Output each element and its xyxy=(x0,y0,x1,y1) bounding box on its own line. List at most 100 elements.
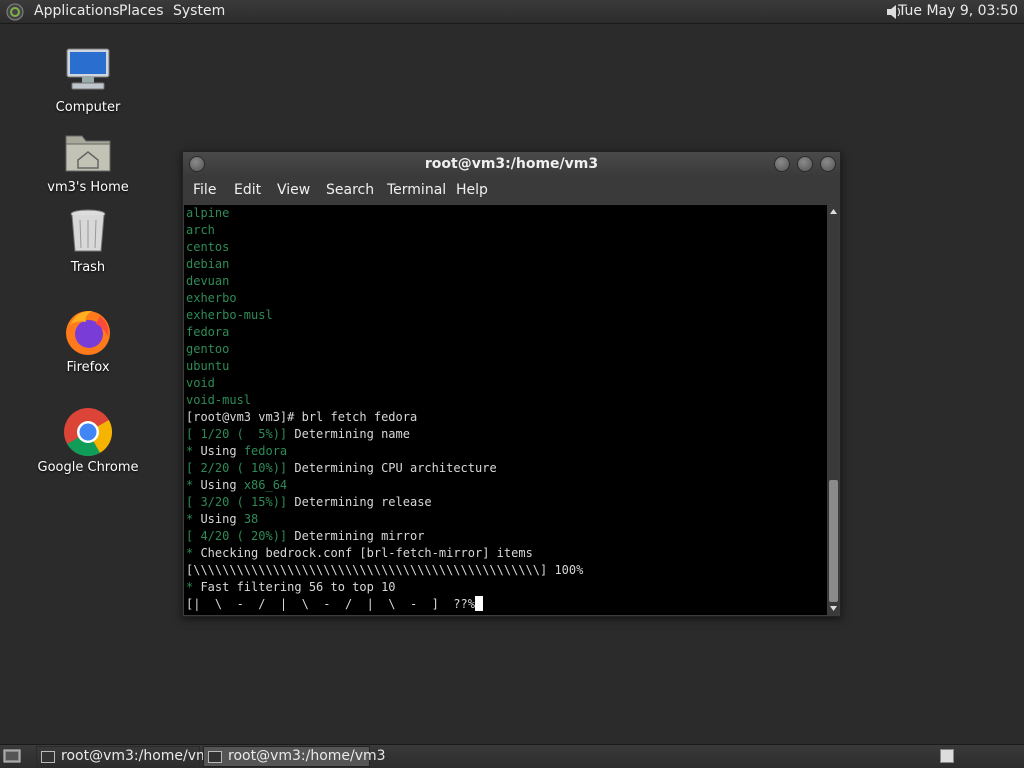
terminal-segment: arch xyxy=(186,223,215,237)
menu-file[interactable]: File xyxy=(193,182,216,198)
terminal-segment: Checking bedrock.conf [brl-fetch-mirror]… xyxy=(193,546,533,560)
terminal-segment: Using xyxy=(193,444,244,458)
window-title: root@vm3:/home/vm3 xyxy=(424,156,599,172)
terminal-line: centos xyxy=(186,240,229,254)
text-cursor xyxy=(474,596,483,611)
terminal-line: alpine xyxy=(186,206,229,220)
taskbar-item-active[interactable]: root@vm3:/home/vm3 xyxy=(203,746,386,767)
desktop-icon-firefox[interactable]: Firefox xyxy=(33,306,143,375)
terminal-segment: void-musl xyxy=(186,393,252,407)
minimize-button[interactable] xyxy=(774,156,790,172)
terminal-line: [ 1/20 ( 5%)] Determining name xyxy=(186,427,410,441)
terminal-scrollbar[interactable] xyxy=(828,205,839,615)
terminal-segment: Determining CPU architecture xyxy=(287,461,497,475)
firefox-icon xyxy=(62,306,114,358)
top-panel: Applications Places System Tue May 9, 03… xyxy=(0,0,1024,24)
terminal-icon xyxy=(41,751,55,763)
menu-edit[interactable]: Edit xyxy=(234,182,261,198)
terminal-line: [root@vm3 vm3]# brl fetch fedora xyxy=(186,410,417,424)
places-menu[interactable]: Places xyxy=(119,3,164,19)
workspace-switcher[interactable] xyxy=(940,749,954,763)
terminal-segment: debian xyxy=(186,257,230,271)
terminal-line: void-musl xyxy=(186,393,251,407)
terminal-segment: Determining mirror xyxy=(287,529,425,543)
terminal-segment: Using xyxy=(193,478,244,492)
terminal-line: void xyxy=(186,376,215,390)
close-button[interactable] xyxy=(820,156,836,172)
menu-view[interactable]: View xyxy=(277,182,310,198)
terminal-line: [ 4/20 ( 20%)] Determining mirror xyxy=(186,529,424,543)
desktop-icon-chrome[interactable]: Google Chrome xyxy=(33,406,143,475)
terminal-line: * Using fedora xyxy=(186,444,287,458)
terminal-line: devuan xyxy=(186,274,229,288)
desktop-icon-label: Computer xyxy=(55,100,121,115)
terminal-segment: [\\\\\\\\\\\\\\\\\\\\\\\\\\\\\\\\\\\\\\\… xyxy=(186,563,584,577)
terminal-segment: devuan xyxy=(186,274,230,288)
terminal-line: [| \ - / | \ - / | \ - ] ??% xyxy=(186,596,483,611)
desktop-icon-label: Firefox xyxy=(66,360,110,375)
terminal-segment: alpine xyxy=(186,206,230,220)
terminal-segment: Fast filtering 56 to top 10 xyxy=(193,580,396,594)
terminal-segment: centos xyxy=(186,240,230,254)
menu-terminal[interactable]: Terminal xyxy=(387,182,446,198)
terminal-segment: exherbo-musl xyxy=(186,308,273,322)
chrome-icon xyxy=(62,406,114,458)
scroll-down-arrow-icon[interactable] xyxy=(829,604,838,613)
terminal-segment: Using xyxy=(193,512,244,526)
terminal-segment: fedora xyxy=(243,444,288,458)
menu-help[interactable]: Help xyxy=(456,182,488,198)
maximize-button[interactable] xyxy=(797,156,813,172)
terminal-segment: fedora xyxy=(186,325,230,339)
terminal-line: arch xyxy=(186,223,215,237)
terminal-segment: [ 3/20 ( 15%)] xyxy=(186,495,288,509)
terminal-icon xyxy=(208,751,222,763)
show-desktop-icon[interactable] xyxy=(3,748,21,764)
desktop-icon-label: vm3's Home xyxy=(47,180,129,195)
menu-search[interactable]: Search xyxy=(326,182,374,198)
desktop-icon-computer[interactable]: Computer xyxy=(33,46,143,115)
desktop-icon-label: Trash xyxy=(70,260,106,275)
terminal-segment: gentoo xyxy=(186,342,230,356)
scrollbar-thumb[interactable] xyxy=(829,480,838,602)
gnome-foot-icon[interactable] xyxy=(6,3,24,21)
taskbar-item[interactable]: root@vm3:/home/vm3 xyxy=(36,746,219,767)
trash-icon xyxy=(62,206,114,258)
terminal-line: exherbo-musl xyxy=(186,308,273,322)
terminal-line: gentoo xyxy=(186,342,229,356)
desktop-icon-home[interactable]: vm3's Home xyxy=(33,126,143,195)
terminal-segment: [ 2/20 ( 10%)] xyxy=(186,461,288,475)
clock[interactable]: Tue May 9, 03:50 xyxy=(898,3,1018,19)
terminal-line: * Using 38 xyxy=(186,512,258,526)
terminal-segment: [ 1/20 ( 5%)] xyxy=(186,427,288,441)
home-folder-icon xyxy=(62,126,114,178)
bottom-panel: root@vm3:/home/vm3 root@vm3:/home/vm3 xyxy=(0,744,1024,768)
terminal-segment: x86_64 xyxy=(243,478,288,492)
terminal-window[interactable]: root@vm3:/home/vm3 File Edit View Search… xyxy=(182,151,841,617)
terminal-line: exherbo xyxy=(186,291,237,305)
terminal-output[interactable]: alpine arch centos debian devuan exherbo… xyxy=(184,205,827,615)
terminal-line: * Using x86_64 xyxy=(186,478,287,492)
computer-icon xyxy=(62,46,114,98)
terminal-line: ubuntu xyxy=(186,359,229,373)
terminal-segment: exherbo xyxy=(186,291,237,305)
desktop-icon-label: Google Chrome xyxy=(37,460,139,475)
terminal-segment: ubuntu xyxy=(186,359,230,373)
window-titlebar[interactable]: root@vm3:/home/vm3 xyxy=(183,152,840,176)
terminal-line: [\\\\\\\\\\\\\\\\\\\\\\\\\\\\\\\\\\\\\\\… xyxy=(186,563,583,577)
terminal-segment: Determining name xyxy=(287,427,410,441)
terminal-line: * Checking bedrock.conf [brl-fetch-mirro… xyxy=(186,546,533,560)
taskbar-item-label: root@vm3:/home/vm3 xyxy=(61,748,219,764)
taskbar-item-label: root@vm3:/home/vm3 xyxy=(228,748,386,764)
terminal-segment: [root@vm3 vm3]# brl fetch fedora xyxy=(186,410,418,424)
terminal-segment: [ 4/20 ( 20%)] xyxy=(186,529,288,543)
terminal-line: [ 3/20 ( 15%)] Determining release xyxy=(186,495,432,509)
terminal-segment: [| \ - / | \ - / | \ - ] ??% xyxy=(186,597,475,611)
applications-menu[interactable]: Applications xyxy=(34,3,120,19)
scroll-up-arrow-icon[interactable] xyxy=(829,207,838,216)
terminal-line: fedora xyxy=(186,325,229,339)
desktop-icon-trash[interactable]: Trash xyxy=(33,206,143,275)
terminal-line: [ 2/20 ( 10%)] Determining CPU architect… xyxy=(186,461,497,475)
system-menu[interactable]: System xyxy=(173,3,225,19)
terminal-text: alpine arch centos debian devuan exherbo… xyxy=(186,205,583,613)
terminal-segment: 38 xyxy=(243,512,259,526)
